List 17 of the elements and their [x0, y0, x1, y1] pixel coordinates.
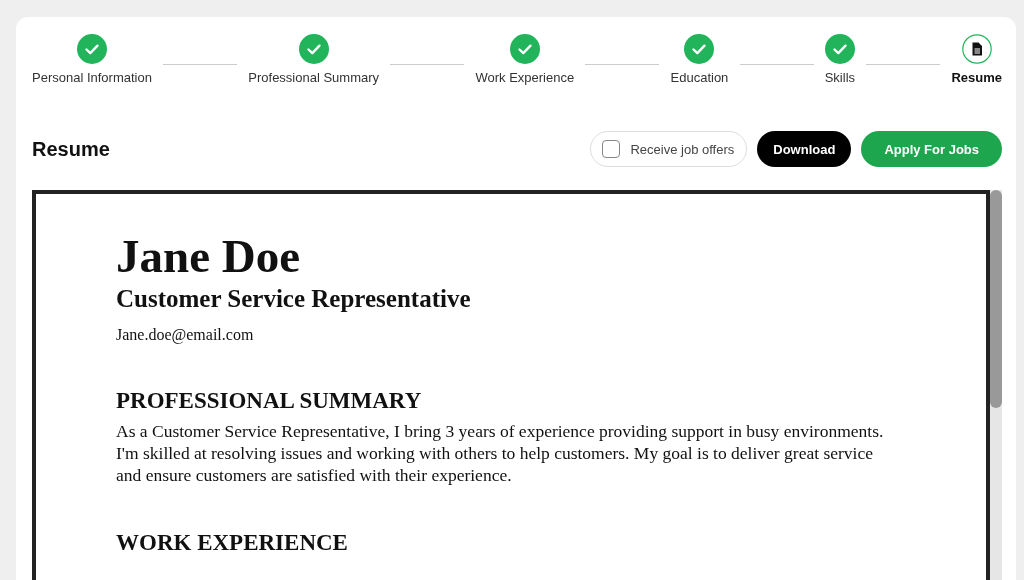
step-label[interactable]: Education [670, 70, 729, 85]
download-button[interactable]: Download [757, 131, 852, 167]
resume-section-heading: PROFESSIONAL SUMMARY [116, 388, 423, 414]
resume-job-title: Customer Service Representative [116, 284, 472, 314]
section-title: Resume [32, 137, 110, 161]
resume-paragraph: As a Customer Service Representative, I bring 3 years of experience providing support in busy environments. I'm skilled at resolving issues and working with others to help customers. My goal is to deliver great service and ensure customers are satisfied with their experience. [116, 420, 885, 486]
resume-name: Jane Doe [116, 230, 302, 282]
step-label[interactable]: Skills [824, 70, 856, 85]
resume-section-heading: WORK EXPERIENCE [116, 530, 349, 556]
resume-email: Jane.doe@email.com [116, 326, 255, 344]
scrollbar[interactable] [990, 190, 1002, 580]
step-label[interactable]: Professional Summary [248, 70, 380, 85]
step-label[interactable]: Work Experience [475, 70, 575, 85]
checkbox[interactable] [602, 140, 621, 158]
step-label[interactable]: Personal Information [32, 70, 152, 85]
step-label[interactable]: Resume [951, 70, 1002, 85]
checkbox-label: Receive job offers [630, 141, 735, 157]
